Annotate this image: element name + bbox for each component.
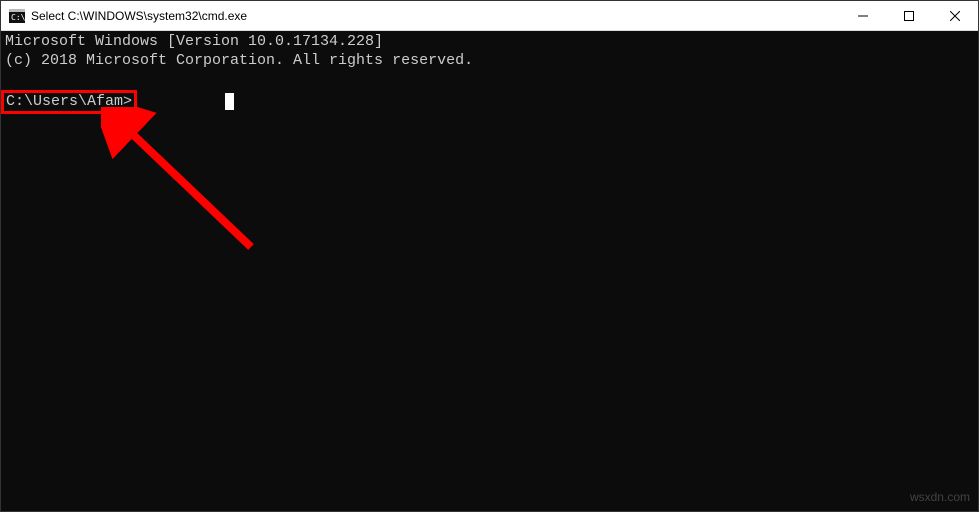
prompt-row: C:\Users\Afam> — [5, 90, 974, 115]
window-controls — [840, 1, 978, 30]
maximize-button[interactable] — [886, 1, 932, 30]
cursor-block — [225, 93, 234, 110]
window-title: Select C:\WINDOWS\system32\cmd.exe — [31, 9, 840, 23]
close-button[interactable] — [932, 1, 978, 30]
minimize-button[interactable] — [840, 1, 886, 30]
prompt-text: C:\Users\Afam> — [6, 93, 132, 110]
prompt-highlight: C:\Users\Afam> — [1, 90, 137, 115]
watermark: wsxdn.com — [910, 490, 970, 505]
titlebar: C:\ Select C:\WINDOWS\system32\cmd.exe — [1, 1, 978, 31]
annotation-arrow-icon — [101, 107, 281, 267]
version-line: Microsoft Windows [Version 10.0.17134.22… — [5, 33, 974, 52]
svg-text:C:\: C:\ — [11, 13, 25, 22]
copyright-line: (c) 2018 Microsoft Corporation. All righ… — [5, 52, 974, 71]
terminal-area[interactable]: Microsoft Windows [Version 10.0.17134.22… — [1, 31, 978, 511]
blank-line — [5, 71, 974, 90]
cmd-icon: C:\ — [9, 8, 25, 24]
cmd-window: C:\ Select C:\WINDOWS\system32\cmd.exe M… — [0, 0, 979, 512]
